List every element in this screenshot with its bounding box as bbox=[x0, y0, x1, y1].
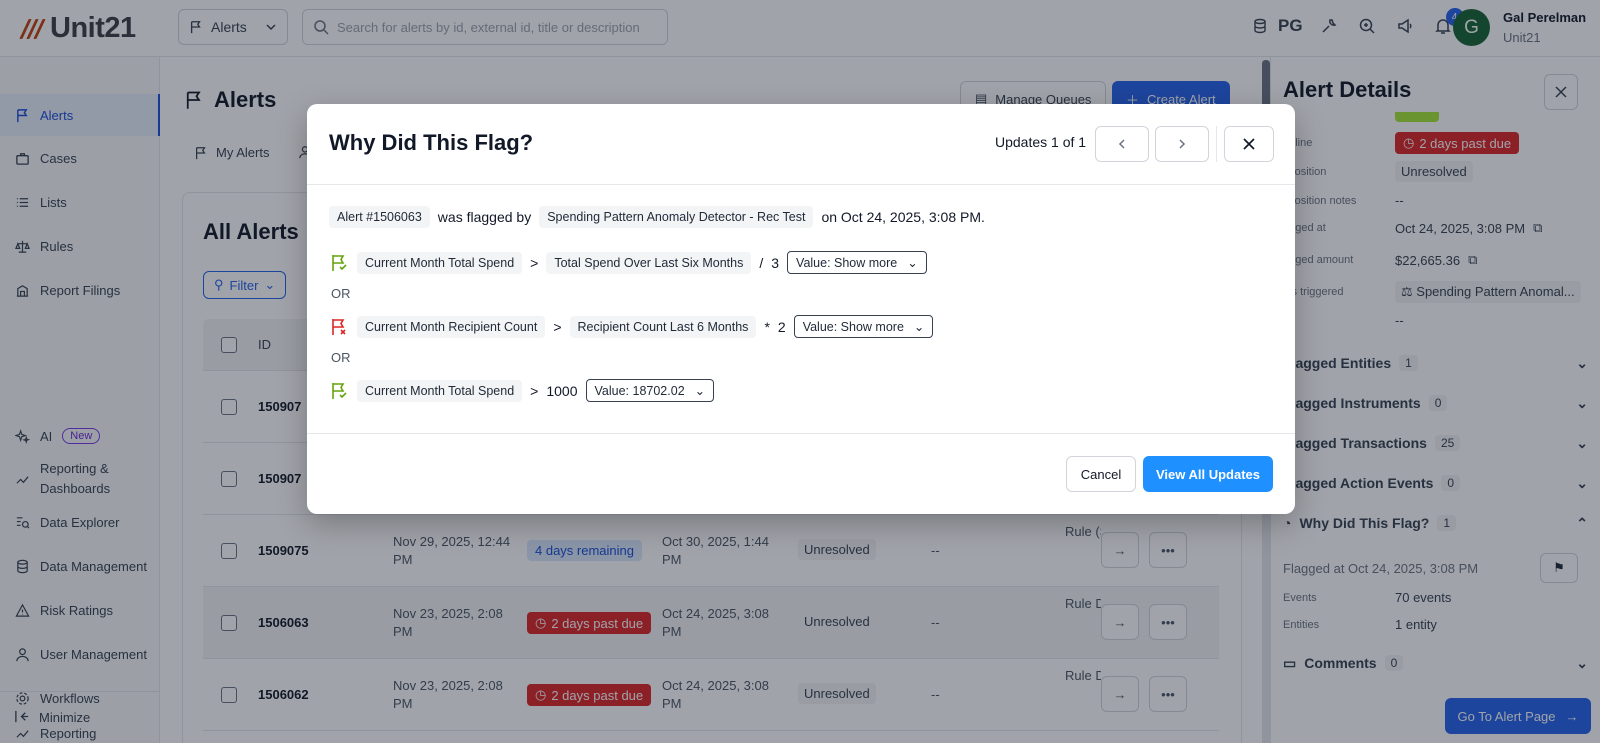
condition-right-chip: Total Spend Over Last Six Months bbox=[546, 251, 752, 274]
flag-x-icon bbox=[332, 318, 346, 335]
alert-id-chip[interactable]: Alert #1506063 bbox=[329, 206, 430, 228]
condition-threshold: 1000 bbox=[546, 382, 578, 399]
value-dropdown[interactable]: Value: 18702.02 ⌄ bbox=[585, 379, 715, 402]
condition-operator: > bbox=[530, 382, 539, 399]
cancel-button[interactable]: Cancel bbox=[1066, 456, 1136, 492]
condition-modifier: 3 bbox=[771, 254, 780, 271]
close-icon bbox=[1243, 138, 1255, 150]
header-divider bbox=[1216, 126, 1217, 162]
chevron-down-icon: ⌄ bbox=[694, 384, 706, 398]
chevron-down-icon: ⌄ bbox=[907, 256, 918, 270]
condition-row: Current Month Total Spend > Total Spend … bbox=[329, 251, 927, 274]
value-dropdown-label: Value: Show more bbox=[796, 255, 898, 270]
modal-title: Why Did This Flag? bbox=[329, 130, 534, 155]
condition-row: Current Month Total Spend > 1000 Value: … bbox=[329, 379, 715, 402]
rule-name-chip[interactable]: Spending Pattern Anomaly Detector - Rec … bbox=[539, 206, 814, 228]
condition-operator: > bbox=[530, 254, 539, 271]
value-dropdown[interactable]: Value: Show more ⌄ bbox=[793, 315, 934, 338]
flagged-by-text: was flagged by bbox=[437, 209, 532, 225]
chevron-down-icon: ⌄ bbox=[913, 320, 925, 334]
value-dropdown[interactable]: Value: Show more ⌄ bbox=[787, 251, 927, 274]
value-dropdown-label: Value: Show more bbox=[802, 319, 904, 334]
condition-left-chip: Current Month Total Spend bbox=[357, 379, 523, 402]
condition-modifier-operator: / bbox=[759, 254, 764, 271]
condition-operator: > bbox=[553, 318, 562, 335]
view-all-updates-button[interactable]: View All Updates bbox=[1143, 456, 1273, 492]
flag-check-icon bbox=[332, 254, 347, 271]
condition-left-chip: Current Month Recipient Count bbox=[357, 315, 546, 338]
previous-update-button[interactable] bbox=[1095, 126, 1149, 162]
flag-summary: Alert #1506063 was flagged by Spending P… bbox=[329, 206, 985, 228]
condition-row: Current Month Recipient Count > Recipien… bbox=[329, 315, 934, 338]
why-did-this-flag-modal: Why Did This Flag? Updates 1 of 1 Alert … bbox=[307, 104, 1295, 514]
condition-right-chip: Recipient Count Last 6 Months bbox=[569, 315, 757, 338]
chevron-right-icon bbox=[1179, 139, 1186, 149]
modal-footer-divider bbox=[307, 433, 1295, 434]
modal-header-divider bbox=[307, 184, 1295, 185]
flag-check-icon bbox=[332, 382, 347, 399]
condition-modifier: 2 bbox=[777, 318, 786, 335]
next-update-button[interactable] bbox=[1155, 126, 1209, 162]
close-modal-button[interactable] bbox=[1224, 126, 1274, 162]
chevron-left-icon bbox=[1118, 139, 1125, 149]
or-label: OR bbox=[331, 286, 351, 301]
value-dropdown-label: Value: 18702.02 bbox=[594, 383, 685, 398]
flagged-on-text: on Oct 24, 2025, 3:08 PM. bbox=[821, 209, 985, 225]
condition-modifier-operator: * bbox=[764, 318, 770, 335]
updates-counter: Updates 1 of 1 bbox=[995, 134, 1087, 150]
or-label: OR bbox=[331, 350, 351, 365]
condition-left-chip: Current Month Total Spend bbox=[357, 251, 523, 274]
